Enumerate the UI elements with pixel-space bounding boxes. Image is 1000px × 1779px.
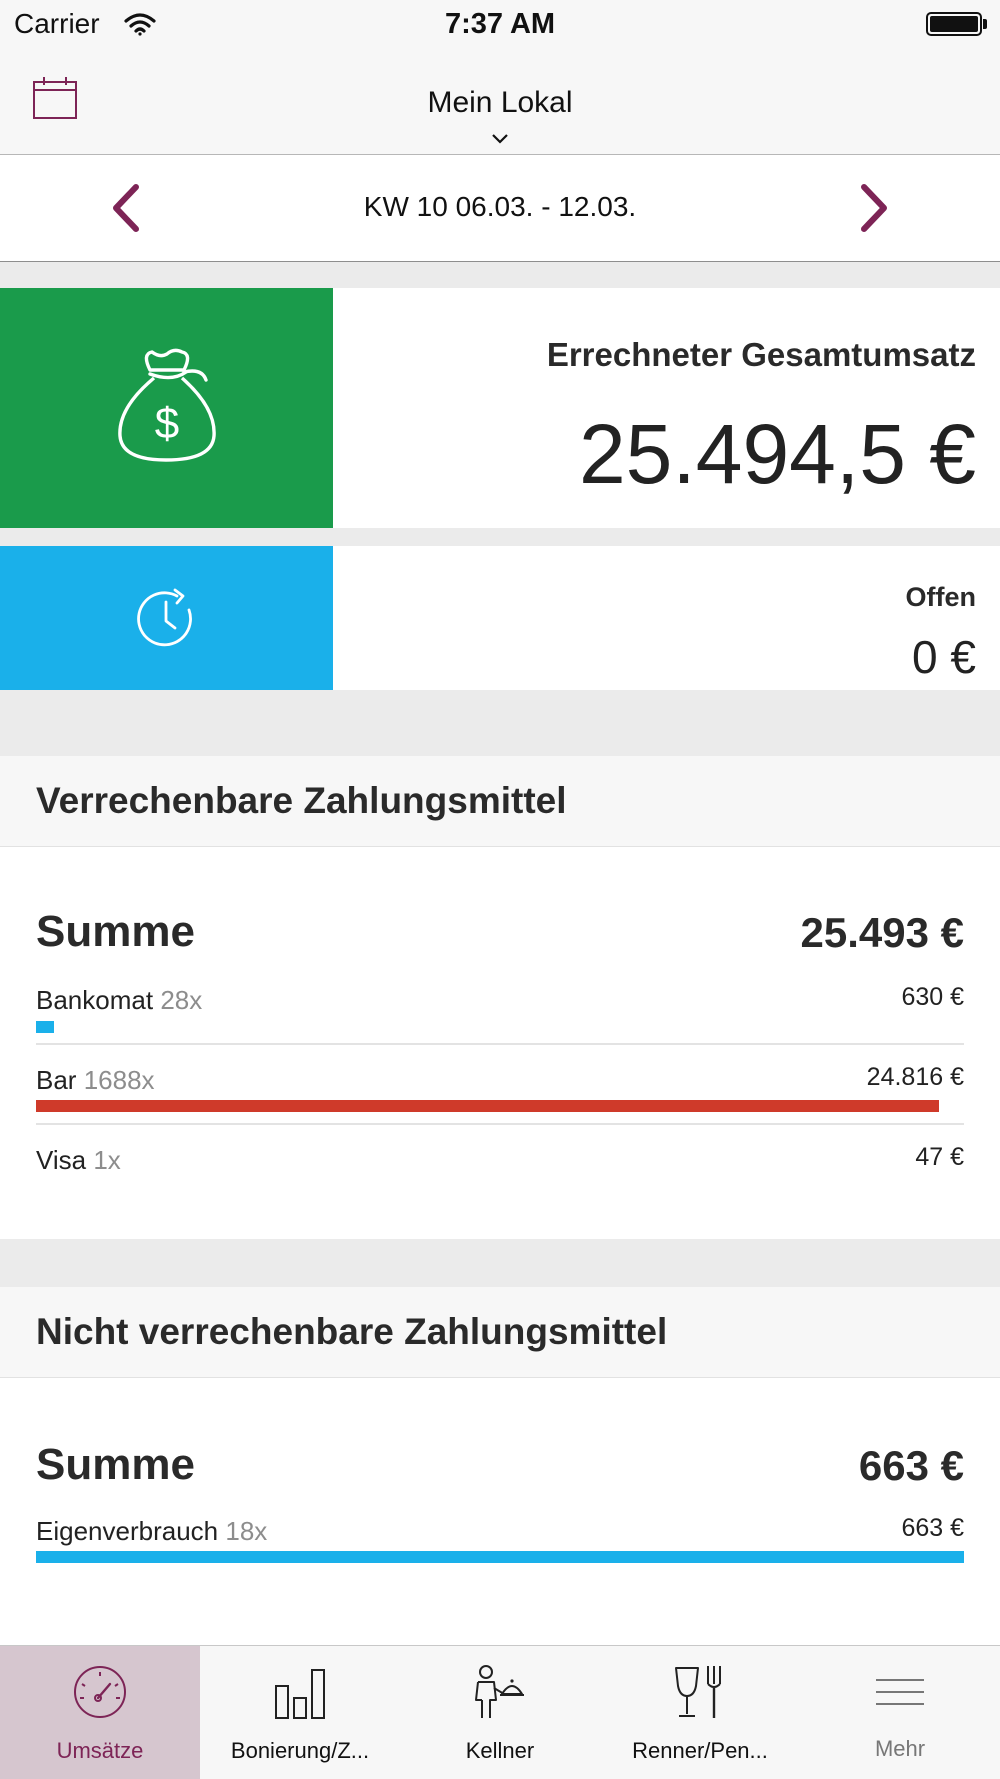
tab-bonierung[interactable]: Bonierung/Z... — [200, 1646, 400, 1779]
billable-section-header: Verrechenbare Zahlungsmittel — [0, 756, 1000, 847]
payment-value: 663 € — [901, 1514, 964, 1542]
tab-kellner[interactable]: Kellner — [400, 1646, 600, 1779]
payment-count: 1x — [93, 1145, 121, 1175]
tab-label: Kellner — [465, 1738, 535, 1763]
payment-count: 18x — [225, 1516, 268, 1546]
billable-sum-value: 25.493 € — [800, 909, 965, 956]
money-bag-icon: $ — [118, 348, 216, 462]
payment-row-label[interactable]: Eigenverbrauch 18x — [36, 1516, 267, 1547]
tab-umsaetze[interactable]: Umsätze — [0, 1646, 200, 1779]
week-label: KW 10 06.03. - 12.03. — [363, 191, 637, 222]
battery-tip — [983, 19, 987, 29]
speedometer-icon — [74, 1666, 126, 1718]
tab-renner[interactable]: Renner/Pen... — [600, 1646, 800, 1779]
tab-label: Mehr — [874, 1736, 926, 1761]
tab-mehr[interactable]: Mehr — [800, 1646, 1000, 1779]
payment-count: 28x — [160, 985, 203, 1015]
payment-row-label[interactable]: Visa 1x — [36, 1145, 121, 1176]
row-divider — [36, 1043, 964, 1045]
revenue-tile: Errechneter Gesamtumsatz 25.494,5 € — [333, 288, 1000, 528]
billable-sum-label: Summe — [36, 907, 195, 956]
payment-row-label[interactable]: Bar 1688x — [36, 1065, 155, 1096]
payment-bar — [36, 1021, 54, 1033]
billable-section-title: Verrechenbare Zahlungsmittel — [36, 780, 567, 821]
row-divider — [36, 1123, 964, 1125]
tab-bar: Umsätze Bonierung/Z... Kellner Renner/Pe… — [0, 1645, 1000, 1779]
clock: 7:37 AM — [444, 8, 556, 40]
menu-icon — [876, 1679, 924, 1705]
open-tile: Offen 0 € — [333, 546, 1000, 690]
payment-count: 1688x — [83, 1065, 155, 1095]
payment-name: Bankomat — [36, 985, 154, 1015]
non-billable-section-header: Nicht verrechenbare Zahlungsmittel — [0, 1287, 1000, 1378]
non-billable-section: Summe 663 € Eigenverbrauch 18x 663 € — [0, 1378, 1000, 1645]
payment-name: Bar — [36, 1065, 77, 1095]
non-billable-section-title: Nicht verrechenbare Zahlungsmittel — [36, 1311, 668, 1352]
total-revenue-value: 25.494,5 € — [578, 407, 976, 501]
location-title[interactable]: Mein Lokal — [0, 86, 1000, 120]
payment-bar — [36, 1551, 964, 1563]
week-selector: KW 10 06.03. - 12.03. — [0, 155, 1000, 262]
total-revenue-title: Errechneter Gesamtumsatz — [546, 336, 976, 373]
chevron-right-icon[interactable] — [856, 181, 892, 235]
open-tile-icon-area — [0, 546, 333, 690]
non-billable-sum-label: Summe — [36, 1440, 195, 1489]
payment-value: 630 € — [901, 983, 964, 1011]
top-bar: Carrier 7:37 AM Mein Lokal — [0, 0, 1000, 155]
revenue-tile-icon-area: $ — [0, 288, 333, 528]
glass-cutlery-icon — [675, 1666, 721, 1718]
chevron-down-icon[interactable] — [490, 132, 510, 146]
waiter-icon — [475, 1665, 524, 1718]
payment-value: 47 € — [915, 1143, 964, 1171]
non-billable-sum-value: 663 € — [858, 1442, 964, 1489]
tab-label: Renner/Pen... — [632, 1738, 768, 1763]
clock-refresh-icon — [137, 588, 192, 647]
open-value: 0 € — [912, 631, 976, 683]
battery-icon — [926, 12, 982, 36]
payment-value: 24.816 € — [866, 1063, 964, 1091]
payment-bar — [36, 1100, 939, 1112]
bar-chart-icon — [275, 1669, 325, 1719]
payment-name: Visa — [36, 1145, 87, 1175]
payment-row-label[interactable]: Bankomat 28x — [36, 985, 202, 1016]
billable-section: Summe 25.493 € Bankomat 28x 630 € Bar 16… — [0, 847, 1000, 1239]
svg-text:$: $ — [155, 399, 179, 448]
tab-label: Umsätze — [56, 1738, 144, 1763]
open-title: Offen — [905, 582, 977, 612]
tab-label: Bonierung/Z... — [230, 1738, 370, 1763]
payment-name: Eigenverbrauch — [36, 1516, 219, 1546]
